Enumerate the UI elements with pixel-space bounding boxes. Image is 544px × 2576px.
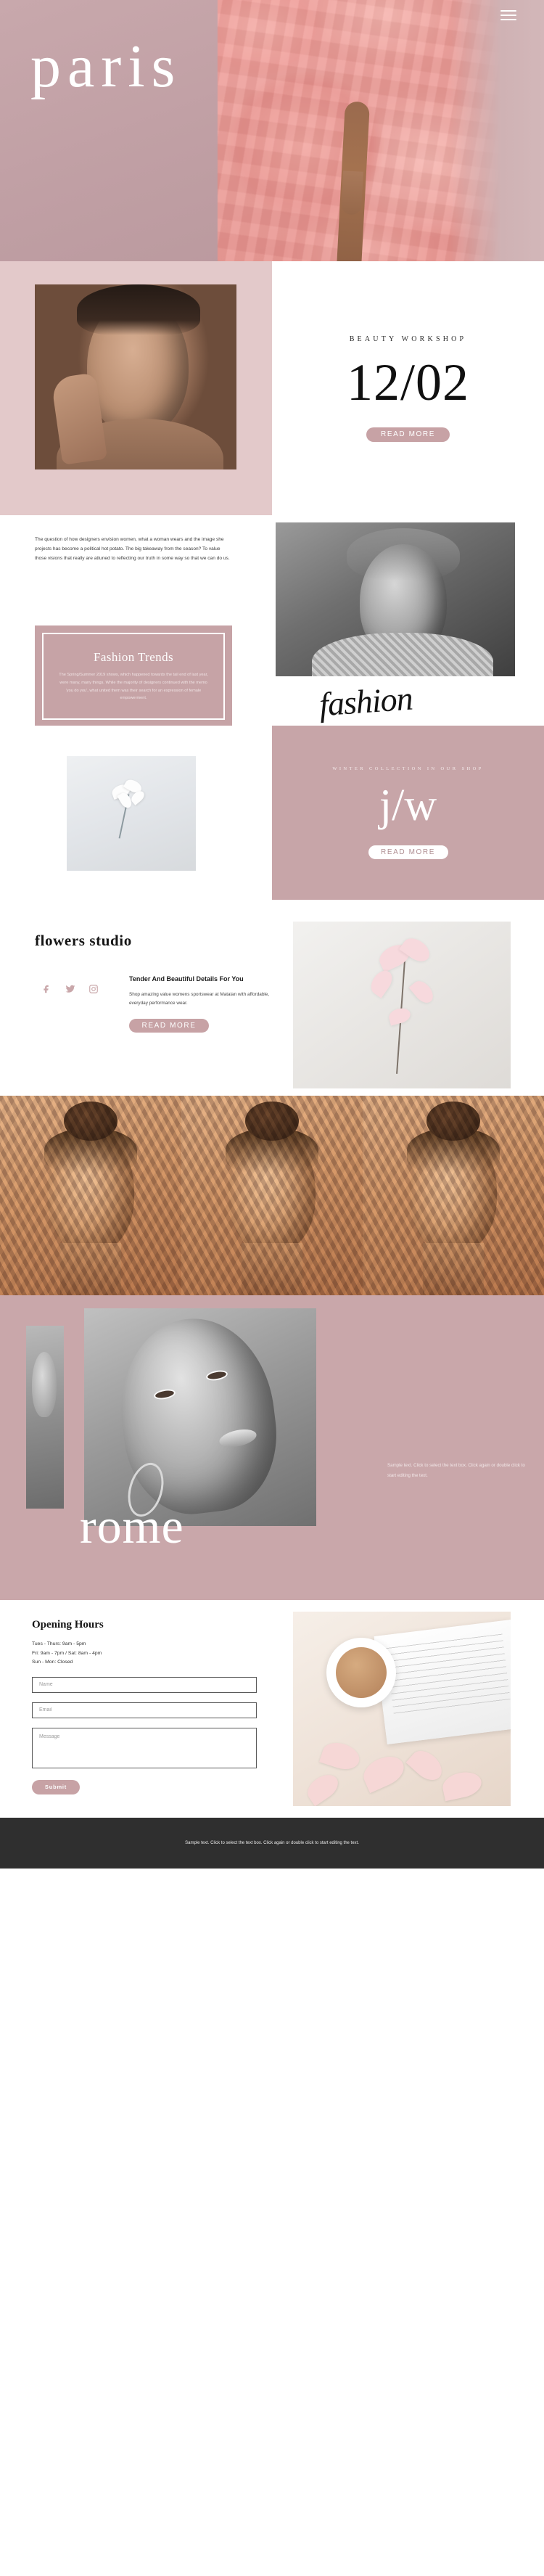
footer-text: Sample text. Click to select the text bo…: [185, 1840, 359, 1845]
opening-hours-line-2: Fri: 9am - 7pm / Sat: 8am - 4pm: [32, 1650, 102, 1656]
flowers-studio-title: flowers studio: [35, 932, 132, 949]
contact-section: Opening Hours Tues - Thurs: 9am - 5pm Fr…: [0, 1600, 544, 1818]
footer: Sample text. Click to select the text bo…: [0, 1818, 544, 1869]
collection-read-more-button[interactable]: READ MORE: [368, 845, 448, 859]
instagram-icon[interactable]: [88, 984, 99, 994]
workshop-read-more-button[interactable]: READ MORE: [366, 427, 450, 442]
rome-side-image: [26, 1326, 64, 1509]
opening-hours-line-3: Sun - Mon: Closed: [32, 1660, 73, 1665]
gallery-image-3: [363, 1096, 544, 1295]
promo-read-more-button[interactable]: READ MORE: [129, 1019, 209, 1033]
flowers-studio-section: flowers studio Tender And Beautiful Deta…: [0, 914, 544, 1096]
opening-hours-title: Opening Hours: [32, 1619, 104, 1630]
submit-button[interactable]: Submit: [32, 1779, 80, 1794]
name-input[interactable]: [32, 1676, 257, 1693]
rome-section: rome Sample text. Click to select the te…: [0, 1295, 544, 1600]
fashion-trends-section: The question of how designers envision w…: [0, 515, 544, 727]
white-flower-image: [67, 756, 196, 871]
social-links: [42, 984, 99, 994]
gallery-image-2: [181, 1096, 363, 1295]
message-input[interactable]: [32, 1727, 257, 1768]
model-portrait-image: [35, 284, 236, 469]
page-root: paris BEAUTY WORKSHOP 12/02 READ MORE Th…: [0, 0, 544, 1869]
coffee-flatlay-image: [293, 1612, 511, 1806]
collection-eyebrow: WINTER COLLECTION IN OUR SHOP: [332, 766, 484, 771]
collection-panel: WINTER COLLECTION IN OUR SHOP j/w READ M…: [272, 726, 544, 900]
facebook-icon[interactable]: [42, 984, 52, 994]
workshop-eyebrow: BEAUTY WORKSHOP: [349, 335, 467, 343]
hamburger-menu-icon[interactable]: [500, 10, 516, 20]
hero-section: paris: [0, 0, 544, 261]
winter-collection-section: WINTER COLLECTION IN OUR SHOP j/w READ M…: [0, 726, 544, 914]
rome-sample-text: Sample text. Click to select the text bo…: [387, 1463, 525, 1478]
gallery-image-1: [0, 1096, 181, 1295]
workshop-rose-panel: [0, 261, 272, 515]
email-input[interactable]: [32, 1702, 257, 1718]
fashion-trends-title: Fashion Trends: [94, 649, 173, 664]
workshop-content: BEAUTY WORKSHOP 12/02 READ MORE: [272, 261, 544, 515]
twitter-icon[interactable]: [65, 984, 75, 994]
fashion-trends-body: The Spring/Summer 2019 shows, which happ…: [59, 672, 208, 701]
intro-paragraph: The question of how designers envision w…: [35, 537, 230, 561]
rome-portrait-image: [84, 1308, 316, 1526]
page-title: paris: [30, 33, 182, 100]
promo-block: Tender And Beautiful Details For You Sho…: [129, 975, 281, 1033]
bw-portrait-image: [276, 522, 515, 676]
contact-form-wrapper: Opening Hours Tues - Thurs: 9am - 5pm Fr…: [32, 1619, 257, 1794]
fashion-trends-card: Fashion Trends The Spring/Summer 2019 sh…: [35, 625, 232, 727]
beauty-workshop-section: BEAUTY WORKSHOP 12/02 READ MORE: [0, 261, 544, 515]
fashion-script-word: fashion: [318, 679, 414, 723]
workshop-date: 12/02: [346, 353, 469, 411]
rome-title: rome: [80, 1498, 184, 1554]
promo-title: Tender And Beautiful Details For You: [129, 975, 244, 983]
triptych-gallery-section: [0, 1096, 544, 1295]
promo-body: Shop amazing value womens sportswear at …: [129, 992, 270, 1006]
magnolia-branch-image: [293, 922, 511, 1088]
collection-logo: j/w: [379, 781, 437, 830]
opening-hours-line-1: Tues - Thurs: 9am - 5pm: [32, 1641, 86, 1646]
